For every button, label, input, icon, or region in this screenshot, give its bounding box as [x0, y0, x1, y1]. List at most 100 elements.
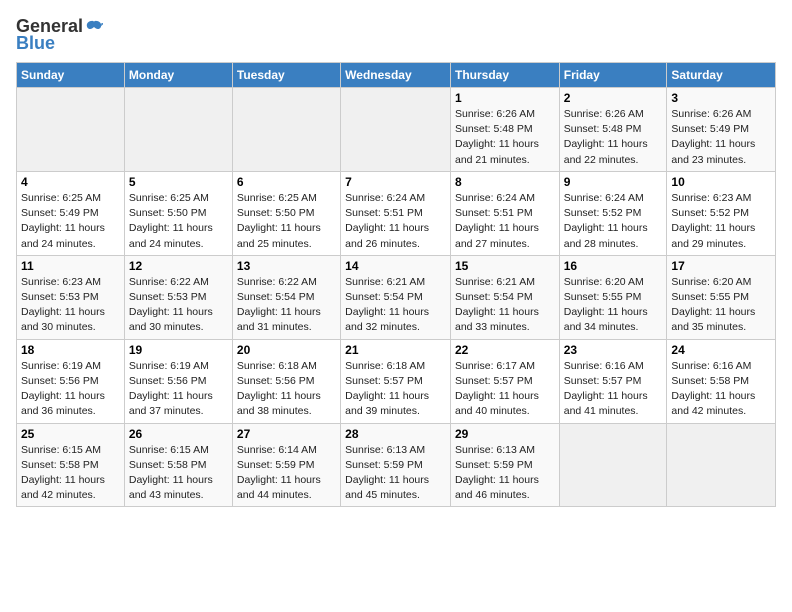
calendar-cell: 7 Sunrise: 6:24 AM Sunset: 5:51 PM Daylig…	[341, 171, 451, 255]
day-number: 29	[455, 427, 555, 441]
day-number: 10	[671, 175, 771, 189]
day-info: Sunrise: 6:24 AM Sunset: 5:52 PM Dayligh…	[564, 191, 663, 252]
day-number: 5	[129, 175, 228, 189]
day-info: Sunrise: 6:16 AM Sunset: 5:57 PM Dayligh…	[564, 359, 663, 420]
calendar-cell: 11 Sunrise: 6:23 AM Sunset: 5:53 PM Dayli…	[17, 255, 125, 339]
calendar-cell: 18 Sunrise: 6:19 AM Sunset: 5:56 PM Dayli…	[17, 339, 125, 423]
logo-blue-text: Blue	[16, 33, 55, 54]
calendar-cell: 10 Sunrise: 6:23 AM Sunset: 5:52 PM Dayli…	[667, 171, 776, 255]
calendar-table: SundayMondayTuesdayWednesdayThursdayFrid…	[16, 62, 776, 507]
day-info: Sunrise: 6:22 AM Sunset: 5:53 PM Dayligh…	[129, 275, 228, 336]
calendar-cell: 2 Sunrise: 6:26 AM Sunset: 5:48 PM Daylig…	[559, 88, 667, 172]
calendar-cell: 28Sunrise: 6:13 AM Sunset: 5:59 PM Dayli…	[341, 423, 451, 507]
calendar-cell: 19 Sunrise: 6:19 AM Sunset: 5:56 PM Dayli…	[124, 339, 232, 423]
day-number: 17	[671, 259, 771, 273]
day-number: 21	[345, 343, 446, 357]
day-number: 13	[237, 259, 336, 273]
logo: General Blue	[16, 16, 103, 54]
day-number: 4	[21, 175, 120, 189]
day-info: Sunrise: 6:23 AM Sunset: 5:52 PM Dayligh…	[671, 191, 771, 252]
calendar-cell: 4 Sunrise: 6:25 AM Sunset: 5:49 PM Daylig…	[17, 171, 125, 255]
week-row-3: 18 Sunrise: 6:19 AM Sunset: 5:56 PM Dayli…	[17, 339, 776, 423]
day-info: Sunrise: 6:21 AM Sunset: 5:54 PM Dayligh…	[455, 275, 555, 336]
calendar-cell	[667, 423, 776, 507]
days-of-week-header: SundayMondayTuesdayWednesdayThursdayFrid…	[17, 63, 776, 88]
calendar-cell	[232, 88, 340, 172]
calendar-cell: 21 Sunrise: 6:18 AM Sunset: 5:57 PM Dayli…	[341, 339, 451, 423]
calendar-cell: 5 Sunrise: 6:25 AM Sunset: 5:50 PM Daylig…	[124, 171, 232, 255]
day-info: Sunrise: 6:13 AM Sunset: 5:59 PM Dayligh…	[455, 443, 555, 504]
day-info: Sunrise: 6:16 AM Sunset: 5:58 PM Dayligh…	[671, 359, 771, 420]
dow-header-tuesday: Tuesday	[232, 63, 340, 88]
logo-bird-icon	[85, 18, 103, 36]
day-info: Sunrise: 6:18 AM Sunset: 5:56 PM Dayligh…	[237, 359, 336, 420]
calendar-cell	[17, 88, 125, 172]
day-number: 6	[237, 175, 336, 189]
day-number: 1	[455, 91, 555, 105]
day-info: Sunrise: 6:25 AM Sunset: 5:50 PM Dayligh…	[129, 191, 228, 252]
day-info: Sunrise: 6:24 AM Sunset: 5:51 PM Dayligh…	[345, 191, 446, 252]
calendar-cell: 25 Sunrise: 6:15 AM Sunset: 5:58 PM Dayli…	[17, 423, 125, 507]
calendar-cell: 20Sunrise: 6:18 AM Sunset: 5:56 PM Dayli…	[232, 339, 340, 423]
calendar-cell: 29 Sunrise: 6:13 AM Sunset: 5:59 PM Dayli…	[450, 423, 559, 507]
day-number: 11	[21, 259, 120, 273]
day-number: 14	[345, 259, 446, 273]
calendar-cell: 16 Sunrise: 6:20 AM Sunset: 5:55 PM Dayli…	[559, 255, 667, 339]
day-info: Sunrise: 6:19 AM Sunset: 5:56 PM Dayligh…	[129, 359, 228, 420]
day-info: Sunrise: 6:26 AM Sunset: 5:49 PM Dayligh…	[671, 107, 771, 168]
day-info: Sunrise: 6:18 AM Sunset: 5:57 PM Dayligh…	[345, 359, 446, 420]
calendar-cell: 13 Sunrise: 6:22 AM Sunset: 5:54 PM Dayli…	[232, 255, 340, 339]
day-number: 12	[129, 259, 228, 273]
week-row-4: 25 Sunrise: 6:15 AM Sunset: 5:58 PM Dayli…	[17, 423, 776, 507]
day-number: 24	[671, 343, 771, 357]
calendar-cell: 1 Sunrise: 6:26 AM Sunset: 5:48 PM Daylig…	[450, 88, 559, 172]
calendar-cell: 15 Sunrise: 6:21 AM Sunset: 5:54 PM Dayli…	[450, 255, 559, 339]
calendar-cell: 9 Sunrise: 6:24 AM Sunset: 5:52 PM Daylig…	[559, 171, 667, 255]
week-row-1: 4 Sunrise: 6:25 AM Sunset: 5:49 PM Daylig…	[17, 171, 776, 255]
calendar-cell: 26Sunrise: 6:15 AM Sunset: 5:58 PM Dayli…	[124, 423, 232, 507]
day-info: Sunrise: 6:22 AM Sunset: 5:54 PM Dayligh…	[237, 275, 336, 336]
calendar-cell: 8 Sunrise: 6:24 AM Sunset: 5:51 PM Daylig…	[450, 171, 559, 255]
day-info: Sunrise: 6:25 AM Sunset: 5:50 PM Dayligh…	[237, 191, 336, 252]
day-info: Sunrise: 6:24 AM Sunset: 5:51 PM Dayligh…	[455, 191, 555, 252]
day-number: 16	[564, 259, 663, 273]
calendar-cell: 12 Sunrise: 6:22 AM Sunset: 5:53 PM Dayli…	[124, 255, 232, 339]
day-info: Sunrise: 6:23 AM Sunset: 5:53 PM Dayligh…	[21, 275, 120, 336]
day-number: 2	[564, 91, 663, 105]
calendar-cell: 6 Sunrise: 6:25 AM Sunset: 5:50 PM Daylig…	[232, 171, 340, 255]
week-row-0: 1 Sunrise: 6:26 AM Sunset: 5:48 PM Daylig…	[17, 88, 776, 172]
day-number: 3	[671, 91, 771, 105]
day-number: 25	[21, 427, 120, 441]
day-number: 22	[455, 343, 555, 357]
day-info: Sunrise: 6:17 AM Sunset: 5:57 PM Dayligh…	[455, 359, 555, 420]
calendar-body: 1 Sunrise: 6:26 AM Sunset: 5:48 PM Daylig…	[17, 88, 776, 507]
day-info: Sunrise: 6:26 AM Sunset: 5:48 PM Dayligh…	[564, 107, 663, 168]
day-number: 8	[455, 175, 555, 189]
calendar-cell: 27 Sunrise: 6:14 AM Sunset: 5:59 PM Dayli…	[232, 423, 340, 507]
day-info: Sunrise: 6:26 AM Sunset: 5:48 PM Dayligh…	[455, 107, 555, 168]
dow-header-monday: Monday	[124, 63, 232, 88]
day-number: 18	[21, 343, 120, 357]
day-info: Sunrise: 6:13 AM Sunset: 5:59 PM Dayligh…	[345, 443, 446, 504]
day-number: 15	[455, 259, 555, 273]
week-row-2: 11 Sunrise: 6:23 AM Sunset: 5:53 PM Dayli…	[17, 255, 776, 339]
day-number: 9	[564, 175, 663, 189]
day-info: Sunrise: 6:19 AM Sunset: 5:56 PM Dayligh…	[21, 359, 120, 420]
dow-header-thursday: Thursday	[450, 63, 559, 88]
day-info: Sunrise: 6:14 AM Sunset: 5:59 PM Dayligh…	[237, 443, 336, 504]
dow-header-friday: Friday	[559, 63, 667, 88]
dow-header-wednesday: Wednesday	[341, 63, 451, 88]
calendar-cell: 22 Sunrise: 6:17 AM Sunset: 5:57 PM Dayli…	[450, 339, 559, 423]
dow-header-saturday: Saturday	[667, 63, 776, 88]
day-info: Sunrise: 6:25 AM Sunset: 5:49 PM Dayligh…	[21, 191, 120, 252]
day-number: 19	[129, 343, 228, 357]
day-number: 27	[237, 427, 336, 441]
day-number: 26	[129, 427, 228, 441]
day-number: 7	[345, 175, 446, 189]
day-number: 23	[564, 343, 663, 357]
day-info: Sunrise: 6:15 AM Sunset: 5:58 PM Dayligh…	[21, 443, 120, 504]
day-info: Sunrise: 6:21 AM Sunset: 5:54 PM Dayligh…	[345, 275, 446, 336]
day-info: Sunrise: 6:20 AM Sunset: 5:55 PM Dayligh…	[564, 275, 663, 336]
calendar-cell: 3 Sunrise: 6:26 AM Sunset: 5:49 PM Daylig…	[667, 88, 776, 172]
calendar-cell: 23 Sunrise: 6:16 AM Sunset: 5:57 PM Dayli…	[559, 339, 667, 423]
